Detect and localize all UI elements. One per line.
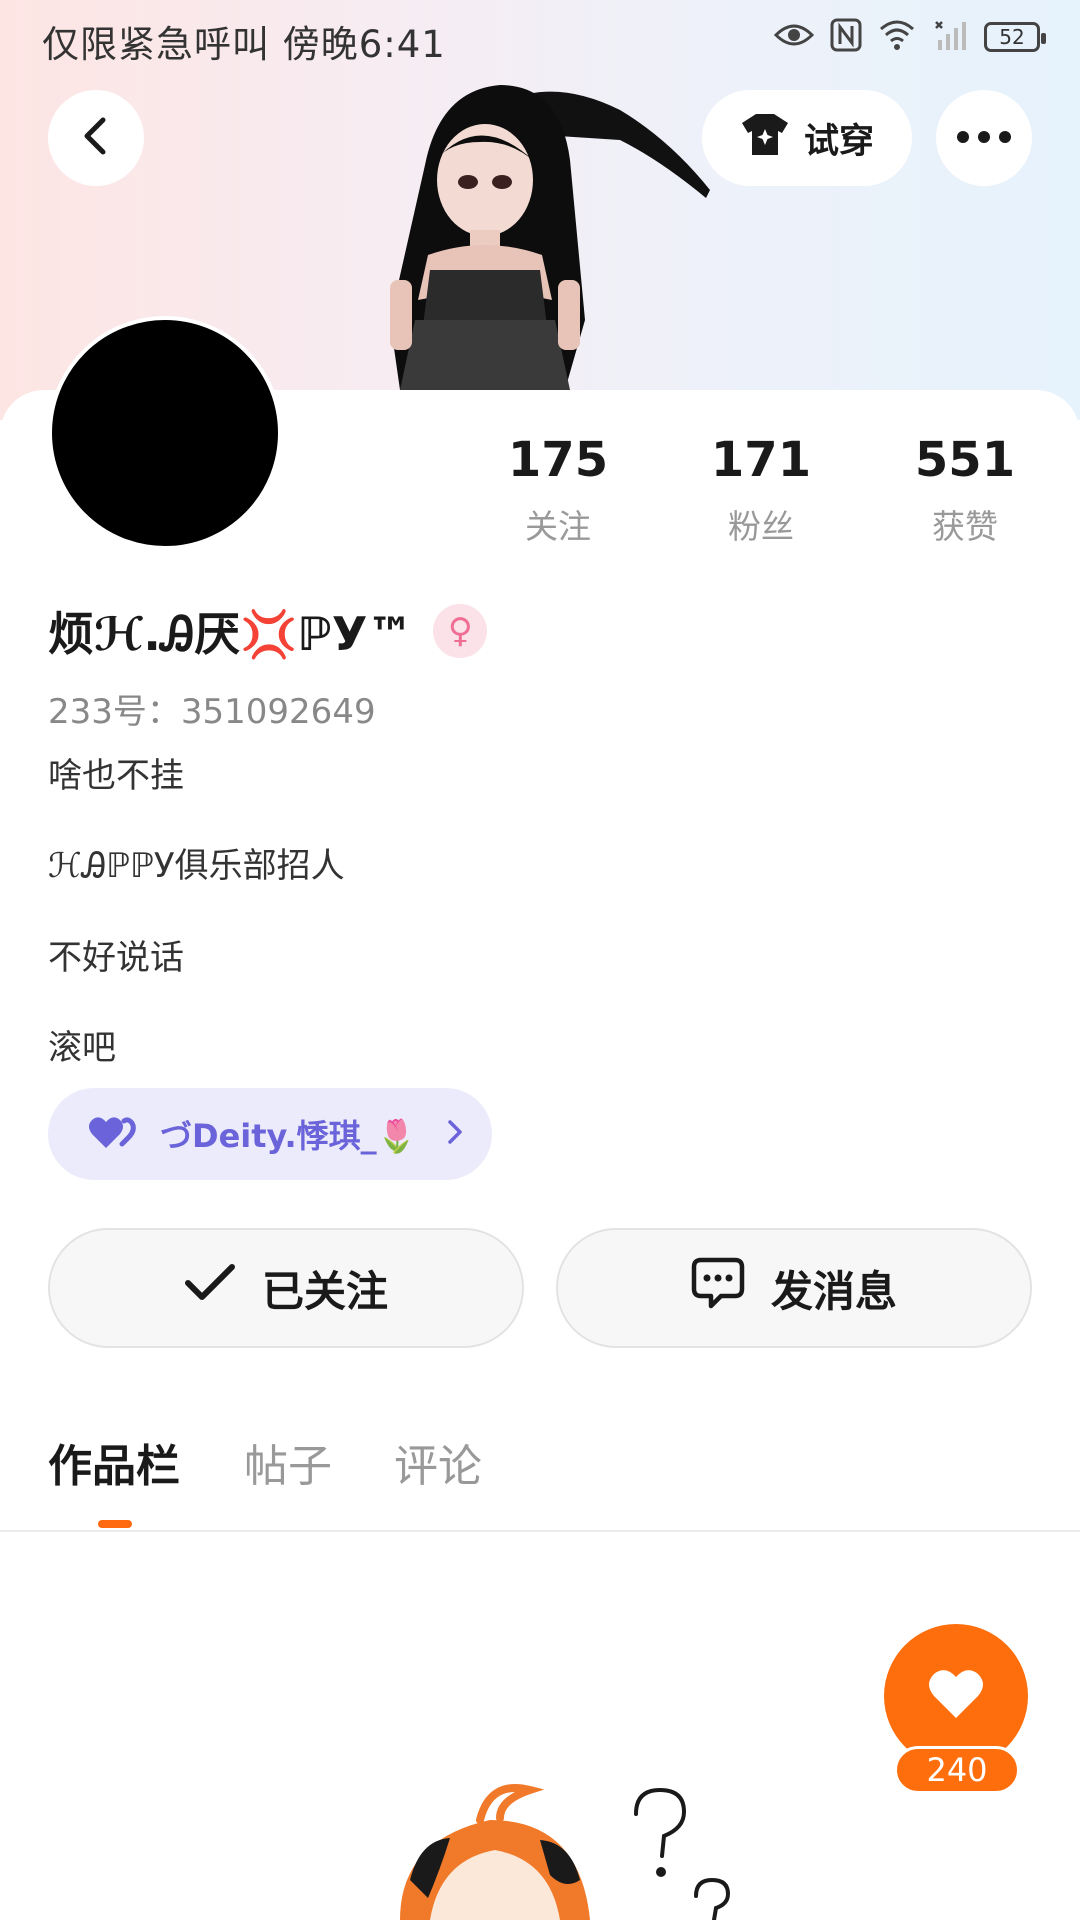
eye-icon xyxy=(773,21,815,53)
following-label: 已关注 xyxy=(261,1266,388,1316)
content-tabs: 作品栏 帖子 评论 xyxy=(0,1430,1080,1532)
following-button[interactable]: 已关注 xyxy=(48,1228,524,1348)
send-message-button[interactable]: 发消息 xyxy=(556,1228,1032,1348)
status-bar: 仅限紧急呼叫 傍晚6:41 52 xyxy=(0,0,1080,76)
tab-works[interactable]: 作品栏 xyxy=(48,1430,180,1494)
wifi-icon xyxy=(878,19,916,55)
status-icons: 52 xyxy=(773,16,1046,58)
username-row: 烦ℋ.Ꭿ厌💢ℙУ™ ♀ xyxy=(48,598,488,664)
try-on-label: 试穿 xyxy=(803,121,874,162)
stat-fans-label: 粉丝 xyxy=(728,507,794,546)
shirt-icon xyxy=(740,111,790,166)
tab-comments[interactable]: 评论 xyxy=(394,1430,482,1494)
chevron-right-icon xyxy=(446,1118,464,1150)
battery-icon: 52 xyxy=(984,22,1046,52)
send-message-label: 发消息 xyxy=(770,1266,897,1316)
user-id[interactable]: 233号：351092649 xyxy=(48,684,376,733)
heart-icon xyxy=(926,1668,986,1724)
chat-bubble-icon xyxy=(691,1257,745,1319)
try-on-button[interactable]: 试穿 xyxy=(702,90,912,186)
stat-fans-value: 171 xyxy=(710,432,812,488)
gender-female-icon: ♀ xyxy=(433,604,488,658)
more-dots-icon xyxy=(956,129,1012,148)
stat-likes-label: 获赞 xyxy=(932,507,998,546)
bio-line: ℋᎯℙℙУ俱乐部招人 xyxy=(48,846,345,886)
bio-line: 啥也不挂 xyxy=(48,756,184,796)
stat-likes-value: 551 xyxy=(914,432,1016,488)
guild-name: づDeity.悸琪_🌷 xyxy=(160,1117,417,1155)
more-button[interactable] xyxy=(936,90,1032,186)
like-count: 240 xyxy=(894,1746,1020,1794)
nfc-icon xyxy=(830,18,862,56)
stat-following-value: 175 xyxy=(507,432,609,488)
bio-line: 滚吧 xyxy=(48,1028,116,1068)
empty-state-mascot-image xyxy=(400,1784,731,1920)
check-icon xyxy=(184,1263,236,1313)
guild-tag[interactable]: づDeity.悸琪_🌷 xyxy=(48,1088,492,1180)
chevron-left-icon xyxy=(79,116,113,160)
status-text: 仅限紧急呼叫 傍晚6:41 xyxy=(42,23,446,66)
stat-following-label: 关注 xyxy=(525,507,591,546)
avatar[interactable] xyxy=(48,316,282,550)
back-button[interactable] xyxy=(48,90,144,186)
active-tab-indicator xyxy=(98,1520,132,1528)
signal-icon xyxy=(932,18,968,56)
stat-fans[interactable]: 171 粉丝 xyxy=(661,430,861,548)
double-heart-icon xyxy=(88,1114,138,1154)
avatar-character-image xyxy=(390,85,710,390)
stat-likes[interactable]: 551 获赞 xyxy=(865,430,1065,548)
stat-following[interactable]: 175 关注 xyxy=(458,430,658,548)
bio-line: 不好说话 xyxy=(48,938,184,978)
tab-posts[interactable]: 帖子 xyxy=(244,1430,332,1494)
username: 烦ℋ.Ꭿ厌💢ℙУ™ xyxy=(48,607,414,661)
